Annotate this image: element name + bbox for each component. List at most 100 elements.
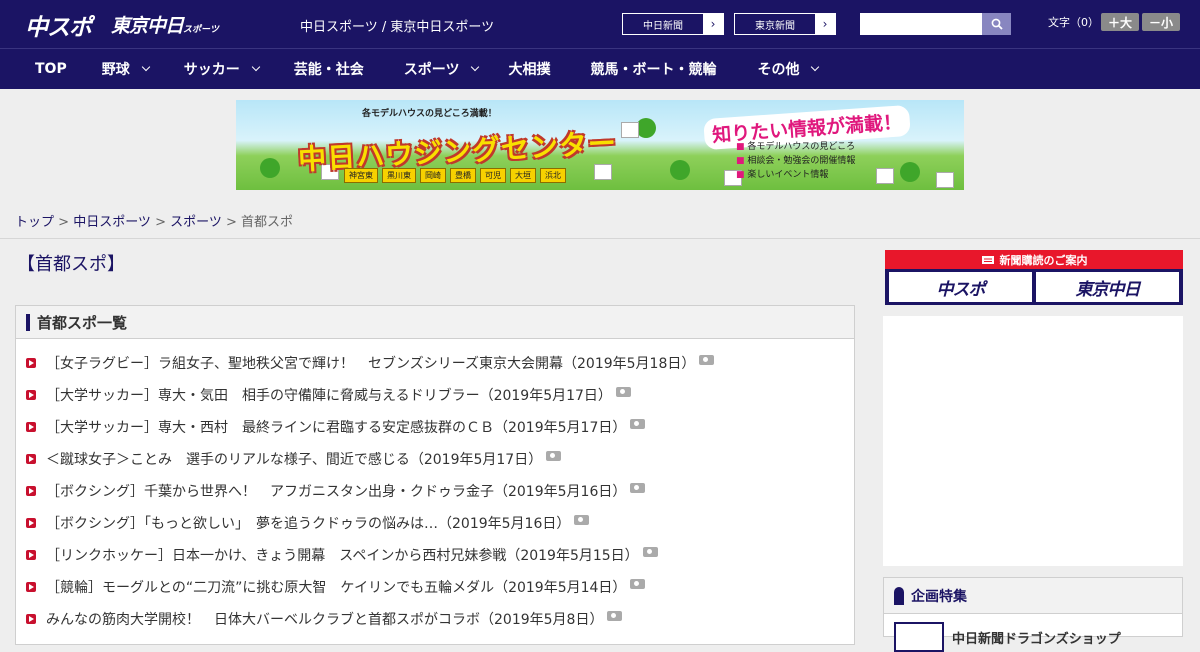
banner-tag: 浜北 [540, 168, 566, 183]
subscription-logos: 中スポ 東京中日 [889, 272, 1179, 302]
nav-item-keiba[interactable]: 競馬・ボート・競輪 [550, 49, 716, 89]
bullet-icon [26, 550, 36, 560]
list-item[interactable]: ［競輪］モーグルとの“二刀流”に挑む原大智 ケイリンでも五輪メダル（2019年5… [26, 577, 646, 597]
chevron-down-icon [811, 62, 820, 72]
bullet-icon [26, 454, 36, 464]
breadcrumb-sep: > [221, 215, 242, 230]
search-box [860, 13, 1011, 35]
tokyo-chunichi-logo[interactable]: 東京中日スポーツ [111, 11, 219, 38]
nav-label: その他 [757, 62, 800, 78]
banner-list-item: 各モデルハウスの見どころ [736, 140, 855, 154]
tokyo-chunichi-logo-small: スポーツ [183, 25, 219, 35]
list-item[interactable]: みんなの筋肉大学開校！ 日体大バーベルクラブと首都スポがコラボ（2019年5月8… [26, 609, 623, 629]
breadcrumb-chunichi-link[interactable]: 中日スポーツ [73, 215, 151, 230]
banner-tag: 神宮東 [344, 168, 378, 183]
nav-label: スポーツ [403, 62, 460, 78]
feature-thumbnail [894, 622, 944, 652]
camera-icon [546, 451, 562, 461]
subscription-header: 新聞購読のご案内 [885, 250, 1183, 269]
bullet-icon [26, 390, 36, 400]
list-item[interactable]: ［ボクシング］「もっと欲しい」 夢を追うクドゥラの悩みは…（2019年5月16日… [26, 513, 590, 533]
camera-icon [574, 515, 590, 525]
house-icon [876, 168, 894, 184]
banner-tag: 可児 [480, 168, 506, 183]
bullet-icon [26, 358, 36, 368]
list-item[interactable]: ＜蹴球女子＞ことみ 選手のリアルな様子、間近で感じる（2019年5月17日） [26, 449, 562, 469]
banner-tag: 大垣 [510, 168, 536, 183]
font-size-label: 文字（0） [1048, 16, 1099, 29]
nav-label: サッカー [183, 62, 240, 78]
tree-icon [900, 162, 920, 182]
nav-item-other[interactable]: その他 [716, 49, 820, 89]
housing-center-banner[interactable]: 各モデルハウスの見どころ満載！ 中日ハウジングセンター 神宮東 黒川東 岡崎 豊… [236, 100, 964, 190]
breadcrumb-top-link[interactable]: トップ [15, 215, 54, 230]
subscription-box: 新聞購読のご案内 中スポ 東京中日 [885, 250, 1183, 305]
tokyo-shimbun-button[interactable]: 東京新聞 › [734, 13, 836, 35]
list-item-text: ［大学サッカー］専大・気田 相手の守備陣に脅威与えるドリブラー（2019年5月1… [46, 388, 612, 404]
camera-icon [630, 579, 646, 589]
nav-item-top[interactable]: TOP [0, 49, 67, 89]
camera-icon [630, 419, 646, 429]
camera-icon [630, 483, 646, 493]
breadcrumb-sep: > [54, 215, 74, 230]
feature-box: 企画特集 中日新聞ドラゴンズショップ [883, 577, 1183, 652]
search-icon [991, 18, 1003, 30]
search-button[interactable] [982, 13, 1011, 35]
site-header: 中スポ 東京中日スポーツ 中日スポーツ / 東京中日スポーツ 中日新聞 › 東京… [0, 0, 1200, 48]
nav-label: 大相撲 [508, 62, 551, 78]
list-item[interactable]: ［リンクホッケー］日本一かけ、きょう開幕 スペインから西村兄妹参戦（2019年5… [26, 545, 658, 565]
feature-item[interactable]: 中日新聞ドラゴンズショップ [894, 622, 1121, 652]
nav-label: 競馬・ボート・競輪 [590, 62, 717, 78]
subscribe-tokyo-link[interactable]: 東京中日 [1036, 272, 1179, 302]
bullet-icon [26, 486, 36, 496]
nav-item-soccer[interactable]: サッカー [149, 49, 260, 89]
page-title: 【首都スポ】 [17, 254, 125, 275]
house-icon [621, 122, 639, 138]
list-item[interactable]: ［ボクシング］千葉から世界へ！ アフガニスタン出身・クドゥラ金子（2019年5月… [26, 481, 646, 501]
feature-item-text: 中日新聞ドラゴンズショップ [952, 631, 1121, 647]
bullet-icon [26, 518, 36, 528]
nav-item-sumo[interactable]: 大相撲 [478, 49, 550, 89]
ad-slot [883, 316, 1183, 566]
panel-header-bar [26, 313, 30, 331]
banner-tag: 豊橋 [450, 168, 476, 183]
list-item-text: ［大学サッカー］専大・西村 最終ラインに君臨する安定感抜群のＣＢ（2019年5月… [46, 420, 627, 436]
nav-item-baseball[interactable]: 野球 [67, 49, 150, 89]
banner-list-item: 楽しいイベント情報 [736, 168, 855, 182]
tokyo-shimbun-label: 東京新聞 [755, 20, 795, 32]
breadcrumb-current: 首都スポ [241, 215, 294, 230]
subscription-header-text: 新聞購読のご案内 [999, 253, 1088, 267]
breadcrumb: トップ > 中日スポーツ > スポーツ > 首都スポ [15, 211, 293, 230]
list-item[interactable]: ［大学サッカー］専大・気田 相手の守備陣に脅威与えるドリブラー（2019年5月1… [26, 385, 631, 405]
list-item-text: ［リンクホッケー］日本一かけ、きょう開幕 スペインから西村兄妹参戦（2019年5… [46, 548, 639, 564]
list-item-text: みんなの筋肉大学開校！ 日体大バーベルクラブと首都スポがコラボ（2019年5月8… [46, 612, 604, 628]
newspaper-icon [981, 255, 994, 264]
tree-icon [670, 160, 690, 180]
chuspo-logo[interactable]: 中スポ [25, 8, 92, 42]
banner-top-text: 各モデルハウスの見どころ満載！ [362, 109, 497, 119]
divider [0, 238, 1200, 239]
nav-item-entertainment[interactable]: 芸能・社会 [259, 49, 364, 89]
bullet-icon [26, 614, 36, 624]
chunichi-shimbun-label: 中日新聞 [643, 20, 683, 32]
chunichi-shimbun-button[interactable]: 中日新聞 › [622, 13, 724, 35]
bullet-icon [26, 422, 36, 432]
house-icon [594, 164, 612, 180]
font-smaller-button[interactable]: －小 [1142, 13, 1180, 31]
camera-icon [607, 611, 623, 621]
nav-label: 野球 [101, 62, 130, 78]
banner-tag: 黒川東 [382, 168, 416, 183]
nav-item-sports[interactable]: スポーツ [364, 49, 480, 89]
tree-icon [636, 118, 656, 138]
ribbon-icon [894, 586, 904, 605]
list-item-text: ［競輪］モーグルとの“二刀流”に挑む原大智 ケイリンでも五輪メダル（2019年5… [46, 580, 627, 596]
list-item[interactable]: ［大学サッカー］専大・西村 最終ラインに君臨する安定感抜群のＣＢ（2019年5月… [26, 417, 646, 437]
subscribe-chuspo-link[interactable]: 中スポ [889, 272, 1032, 302]
main-nav: TOP 野球 サッカー 芸能・社会 スポーツ 大相撲 競馬・ボート・競輪 その他 [0, 48, 1200, 89]
font-bigger-button[interactable]: ＋大 [1101, 13, 1139, 31]
breadcrumb-sports-link[interactable]: スポーツ [170, 215, 222, 230]
search-input[interactable] [860, 13, 982, 35]
nav-label: 芸能・社会 [293, 62, 364, 78]
breadcrumb-sep: > [150, 215, 171, 230]
list-item[interactable]: ［女子ラグビー］ラ組女子、聖地秩父宮で輝け！ セブンズシリーズ東京大会開幕（20… [26, 353, 715, 373]
